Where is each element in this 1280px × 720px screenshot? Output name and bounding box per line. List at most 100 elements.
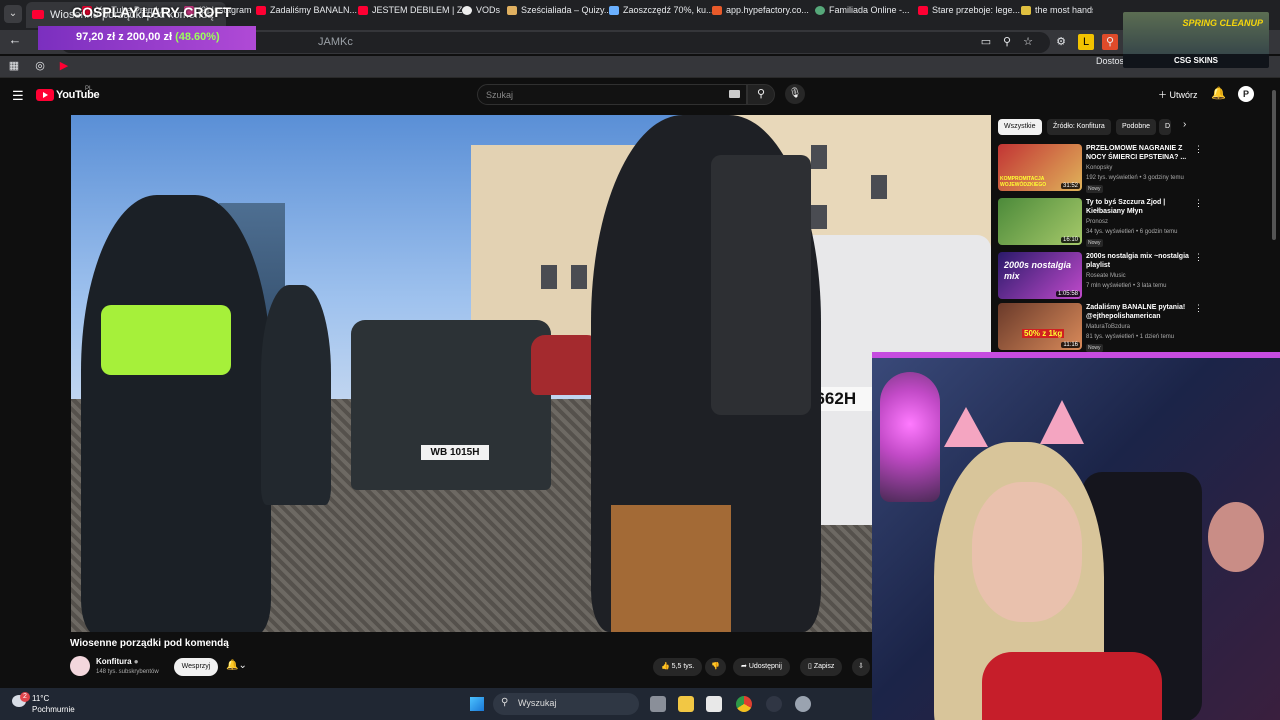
webcam-neon-strip [872,352,1280,358]
new-badge: Nowy [1086,344,1103,352]
bookmark-item[interactable]: VODs [462,5,500,15]
zoom-icon[interactable]: ⚲ [999,34,1015,50]
download-icon: ⇩ [858,663,864,670]
share-button[interactable]: ➦ Udostępnij [733,658,790,676]
back-button[interactable]: ← [5,32,25,47]
bookmark-item[interactable]: JESTEM DEBILEM | Z... [358,5,470,15]
bookmark-youtube-icon[interactable]: ▶ [56,58,72,74]
duration-badge: 16:10 [1060,237,1080,243]
more-options-icon[interactable]: ⋮ [1194,252,1203,263]
bookmark-item[interactable]: Stare przeboje: lege... [918,5,1020,15]
webcam-cat-ear [944,407,988,447]
webcam-streamer-face [972,482,1082,622]
region-code: PL [85,86,93,92]
windows-start-icon[interactable] [470,697,484,711]
streamer-webcam [872,352,1280,720]
more-options-icon[interactable]: ⋮ [1194,303,1203,314]
rec-channel: Roseate Music [1086,273,1126,279]
list-item[interactable]: KOMPROMITACJA WOJEWÓDZKIEGO 31:52 PRZEŁO… [998,144,1238,194]
bookmark-chrome-icon[interactable]: ◎ [32,58,48,74]
rec-channel: Pronosz [1086,219,1109,225]
chevron-right-icon[interactable]: › [1183,119,1186,130]
extension-yellow-icon[interactable]: L [1078,34,1094,50]
notifications-icon[interactable]: 🔔 [1211,86,1226,100]
video-thumbnail: 2000s nostalgia mix 1:05:58 [998,252,1082,299]
window [811,145,827,169]
bookmark-item[interactable]: Zadaliśmy BANALN... [256,5,357,15]
voice-search-icon[interactable]: 🎙 [785,84,805,104]
taskbar-search[interactable]: ⚲ Wyszukaj [493,693,639,715]
youtube-wordmark[interactable]: YouTube [56,89,100,101]
window [541,265,557,289]
bookmark-star-icon[interactable]: ☆ [1020,34,1036,50]
settings-gear-icon[interactable] [795,696,811,712]
more-options-icon[interactable]: ⋮ [1194,198,1203,209]
rec-title: PRZEŁOMOWE NAGRANIE Z NOCY ŚMIERCI EPSTE… [1086,145,1187,161]
customize-label: Dostos [1096,56,1125,66]
menu-icon[interactable]: ☰ [12,88,24,104]
donation-amount: 97,20 zł z 200,00 zł [76,31,173,43]
keyboard-icon[interactable] [729,90,740,98]
youtube-logo-icon[interactable] [36,89,54,101]
new-badge: Nowy [1086,239,1103,247]
save-icon: ▯ [808,663,812,670]
app-icon[interactable] [766,696,782,712]
task-view-icon[interactable] [650,696,666,712]
search-icon: ⚲ [501,697,509,708]
tab-search-button[interactable]: ⌄ [4,5,22,23]
like-button[interactable]: 👍 5,5 tys. [653,658,703,676]
chip-more[interactable]: D [1159,119,1171,135]
more-options-icon[interactable]: ⋮ [1194,144,1203,155]
search-button[interactable]: ⚲ [747,84,775,105]
list-item[interactable]: 2000s nostalgia mix 1:05:58 2000s nostal… [998,252,1238,302]
bookmark-item[interactable]: the most handso [1021,5,1093,15]
chrome-icon[interactable] [736,696,752,712]
support-button[interactable]: Wesprzyj [174,658,218,676]
video-backpack [711,155,811,415]
thumbnail-text: 2000s nostalgia mix [1004,260,1072,281]
duration-badge: 31:52 [1060,183,1080,189]
webcam-streamer-top [982,652,1162,720]
youtube-favicon-icon [32,10,44,19]
chip-similar[interactable]: Podobne [1116,119,1157,135]
file-explorer-icon[interactable] [678,696,694,712]
bookmark-item[interactable]: Zaoszczędź 70%, ku... [609,5,714,15]
store-icon[interactable] [706,696,722,712]
window [571,265,587,289]
bookmark-item[interactable]: Familiada Online -... [815,5,910,15]
dislike-button[interactable]: 👎 [705,658,726,676]
create-button[interactable]: ＋ Utwórz [1158,88,1198,101]
rec-meta: 34 tys. wyświetleń • 6 godzin temu [1086,229,1178,235]
channel-name[interactable]: Konfitura ● [96,657,139,666]
list-item[interactable]: 16:10 Ty to byś Szczura Zjod | Kiełbasia… [998,198,1238,248]
bookmark-item[interactable]: Sześcialiada – Quizy... [507,5,611,15]
video-car-citroen [351,320,551,490]
rec-title: Zadaliśmy BANALNE pytania! @ejthepolisha… [1086,304,1186,320]
webcam-teddy-bear [1208,502,1264,572]
thumbs-down-icon: 👎 [711,663,720,670]
page-scrollbar[interactable] [1272,90,1276,240]
subscribe-bell-icon[interactable]: 🔔⌄ [226,660,247,671]
thumbnail-text: 50% z 1kg [1022,329,1065,338]
video-guard-right [261,285,331,505]
bookmark-item[interactable]: app.hypefactory.co... [712,5,809,15]
search-input[interactable]: Szukaj [477,84,747,105]
search-icon: ⚲ [756,88,766,100]
screen: { "browser": { "tab_title": "Wiosenne po… [0,0,1280,720]
channel-avatar[interactable] [70,656,90,676]
window [811,205,827,229]
list-item[interactable]: 50% z 1kg 11:16 Zadaliśmy BANALNE pytani… [998,303,1238,353]
install-app-icon[interactable]: ▭ [978,34,994,50]
account-avatar[interactable]: P [1238,86,1254,102]
chip-source[interactable]: Źródło: Konfitura [1047,119,1111,135]
chip-all[interactable]: Wszystkie [998,119,1042,135]
extension-icon[interactable]: ⚙ [1053,34,1069,50]
download-button[interactable]: ⇩ [852,658,870,676]
video-player[interactable]: WB 1015H 1662H [71,115,991,632]
donation-goal-bar: 97,20 zł z 200,00 zł (48.60%) [38,26,256,50]
extension-red-icon[interactable]: ⚲ [1102,34,1118,50]
video-thumbnail: 50% z 1kg 11:16 [998,303,1082,350]
save-button[interactable]: ▯ Zapisz [800,658,843,676]
window [871,175,887,199]
apps-grid-icon[interactable]: ▦ [6,58,22,74]
